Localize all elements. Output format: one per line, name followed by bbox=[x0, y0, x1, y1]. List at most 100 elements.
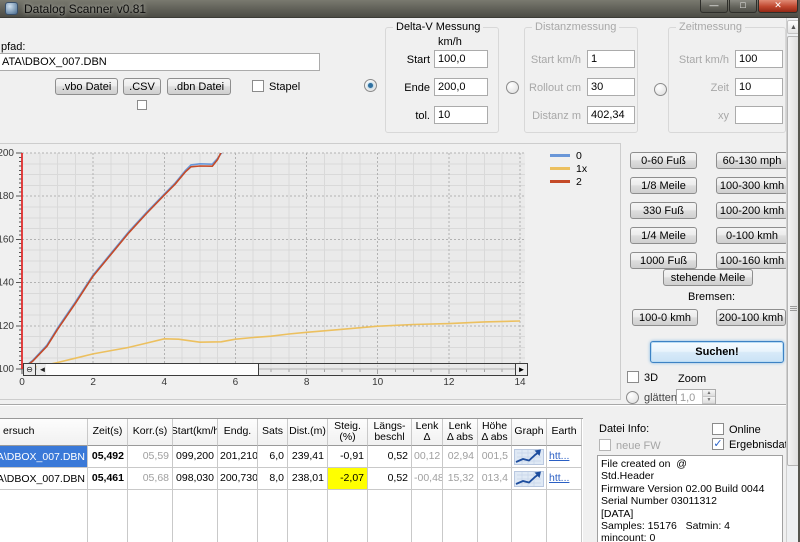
column-header-5[interactable]: Sats bbox=[258, 419, 288, 446]
table-cell[interactable]: 201,210 bbox=[218, 446, 258, 468]
graph-icon[interactable] bbox=[512, 468, 547, 490]
unlabeled-checkbox[interactable] bbox=[137, 100, 147, 110]
table-cell[interactable]: 05,59 bbox=[128, 446, 173, 468]
table-cell[interactable]: _TA\DBOX_007.DBN bbox=[0, 446, 88, 468]
button-1-8-meile[interactable]: 1/8 Meile bbox=[630, 177, 697, 194]
svg-text:8: 8 bbox=[304, 377, 310, 388]
spin-down-icon[interactable]: ▼ bbox=[703, 397, 715, 404]
spin-up-icon[interactable]: ▲ bbox=[703, 390, 715, 397]
table-cell[interactable]: -00,48 bbox=[412, 468, 443, 490]
button-stehende-meile[interactable]: stehende Meile bbox=[663, 269, 753, 286]
minimize-button[interactable]: — bbox=[700, 0, 728, 13]
online-label: Online bbox=[729, 424, 761, 436]
table-cell[interactable]: 200,730 bbox=[218, 468, 258, 490]
distanz-rollout-input[interactable] bbox=[587, 78, 635, 96]
dbn-file-button[interactable]: .dbn Datei bbox=[167, 78, 231, 95]
titlebar[interactable]: Datalog Scanner v0.81 — □ ✕ bbox=[0, 0, 800, 18]
scroll-right-button[interactable]: ► bbox=[515, 364, 527, 375]
deltav-start-input[interactable] bbox=[434, 50, 488, 68]
table-cell[interactable]: 239,41 bbox=[288, 446, 328, 468]
button-100-200-kmh[interactable]: 100-200 kmh bbox=[716, 202, 788, 219]
csv-button[interactable]: .CSV bbox=[123, 78, 161, 95]
stapel-checkbox[interactable] bbox=[252, 80, 264, 92]
table-cell[interactable]: 0,52 bbox=[368, 446, 412, 468]
table-cell[interactable]: 05,68 bbox=[128, 468, 173, 490]
zeit-start-input[interactable] bbox=[735, 50, 783, 68]
button-1-4-meile[interactable]: 1/4 Meile bbox=[630, 227, 697, 244]
zeit-mode-radio[interactable] bbox=[654, 83, 667, 96]
column-header-8[interactable]: Längs-beschl bbox=[368, 419, 412, 446]
table-cell[interactable]: 238,01 bbox=[288, 468, 328, 490]
table-cell[interactable]: htt... bbox=[547, 446, 582, 468]
table-cell[interactable]: 098,030 bbox=[173, 468, 218, 490]
column-header-3[interactable]: Start(km/h bbox=[173, 419, 218, 446]
table-cell[interactable]: 05,461 bbox=[88, 468, 128, 490]
column-header-9[interactable]: Lenk Δ bbox=[412, 419, 443, 446]
maximize-button[interactable]: □ bbox=[729, 0, 757, 13]
column-header-1[interactable]: Zeit(s) bbox=[88, 419, 128, 446]
table-cell[interactable]: 15,32 bbox=[443, 468, 478, 490]
neue-fw-checkbox[interactable] bbox=[599, 439, 611, 451]
table-cell[interactable]: 013,4 bbox=[478, 468, 512, 490]
table-cell[interactable]: 6,0 bbox=[258, 446, 288, 468]
distanz-distanz-input[interactable] bbox=[587, 106, 635, 124]
table-cell[interactable]: htt... bbox=[547, 468, 582, 490]
button-100-300-kmh[interactable]: 100-300 kmh bbox=[716, 177, 788, 194]
threed-checkbox[interactable] bbox=[627, 371, 639, 383]
table-cell[interactable]: 8,0 bbox=[258, 468, 288, 490]
table-cell[interactable]: 05,492 bbox=[88, 446, 128, 468]
file-info-textbox[interactable]: File created on @ Std.Header Firmware Ve… bbox=[597, 455, 783, 542]
legend-color-dash bbox=[550, 154, 570, 157]
column-header-0[interactable]: ersuch bbox=[0, 419, 88, 446]
table-cell[interactable]: 00,12 bbox=[412, 446, 443, 468]
earth-link[interactable]: htt... bbox=[549, 450, 569, 462]
ergebnisdatei-checkbox[interactable]: ✓ bbox=[712, 438, 724, 450]
button-1000-fuss[interactable]: 1000 Fuß bbox=[630, 252, 697, 269]
glaetten-radio[interactable] bbox=[626, 391, 639, 404]
column-header-10[interactable]: Lenk Δ abs bbox=[443, 419, 478, 446]
table-cell[interactable]: R_TA\DBOX_007.DBN bbox=[0, 468, 88, 490]
button-0-60-fuss[interactable]: 0-60 Fuß bbox=[630, 152, 697, 169]
close-button[interactable]: ✕ bbox=[758, 0, 798, 13]
zoom-out-button[interactable]: ⊖ bbox=[24, 364, 36, 375]
online-checkbox[interactable] bbox=[712, 423, 724, 435]
table-cell[interactable]: 02,94 bbox=[443, 446, 478, 468]
column-header-12[interactable]: Graph bbox=[512, 419, 547, 446]
suchen-button[interactable]: Suchen! bbox=[650, 341, 784, 363]
column-header-7[interactable]: Steig.(%) bbox=[328, 419, 368, 446]
distanz-start-input[interactable] bbox=[587, 50, 635, 68]
column-header-4[interactable]: Endg. bbox=[218, 419, 258, 446]
table-cell[interactable]: 099,200 bbox=[173, 446, 218, 468]
chart-scroll-thumb[interactable] bbox=[46, 364, 259, 375]
deltav-tol-input[interactable] bbox=[434, 106, 488, 124]
path-input[interactable] bbox=[0, 53, 320, 71]
column-header-2[interactable]: Korr.(s) bbox=[128, 419, 173, 446]
stapel-label: Stapel bbox=[269, 81, 300, 93]
button-100-160-kmh[interactable]: 100-160 kmh bbox=[716, 252, 788, 269]
deltav-group: Delta-V Messung km/h Start Ende tol. bbox=[385, 27, 499, 133]
button-60-130-mph[interactable]: 60-130 mph bbox=[716, 152, 788, 169]
table-row[interactable]: R_TA\DBOX_007.DBN05,46105,68098,030200,7… bbox=[0, 468, 583, 490]
table-cell[interactable]: 0,52 bbox=[368, 468, 412, 490]
zeit-xy-input[interactable] bbox=[735, 106, 783, 124]
graph-icon[interactable] bbox=[512, 446, 547, 468]
button-100-0-kmh[interactable]: 100-0 kmh bbox=[632, 309, 698, 326]
column-header-11[interactable]: Höhe Δ abs bbox=[478, 419, 512, 446]
table-cell[interactable]: -2,07 bbox=[328, 468, 368, 490]
button-330-fuss[interactable]: 330 Fuß bbox=[630, 202, 697, 219]
table-cell[interactable]: 001,5 bbox=[478, 446, 512, 468]
vbo-file-button[interactable]: .vbo Datei bbox=[55, 78, 118, 95]
deltav-mode-radio[interactable] bbox=[364, 79, 377, 92]
button-200-100-kmh[interactable]: 200-100 kmh bbox=[716, 309, 786, 326]
zeit-zeit-input[interactable] bbox=[735, 78, 783, 96]
earth-link[interactable]: htt... bbox=[549, 472, 569, 484]
deltav-ende-input[interactable] bbox=[434, 78, 488, 96]
button-0-100-kmh[interactable]: 0-100 kmh bbox=[716, 227, 788, 244]
table-row[interactable]: _TA\DBOX_007.DBN05,49205,59099,200201,21… bbox=[0, 446, 583, 468]
chart-horizontal-scrollbar[interactable]: ⊖ ◄ ► bbox=[23, 363, 528, 376]
column-header-6[interactable]: Dist.(m) bbox=[288, 419, 328, 446]
column-header-13[interactable]: Earth bbox=[547, 419, 582, 446]
table-cell[interactable]: -0,91 bbox=[328, 446, 368, 468]
zoom-label: Zoom bbox=[678, 373, 706, 385]
distanz-mode-radio[interactable] bbox=[506, 81, 519, 94]
